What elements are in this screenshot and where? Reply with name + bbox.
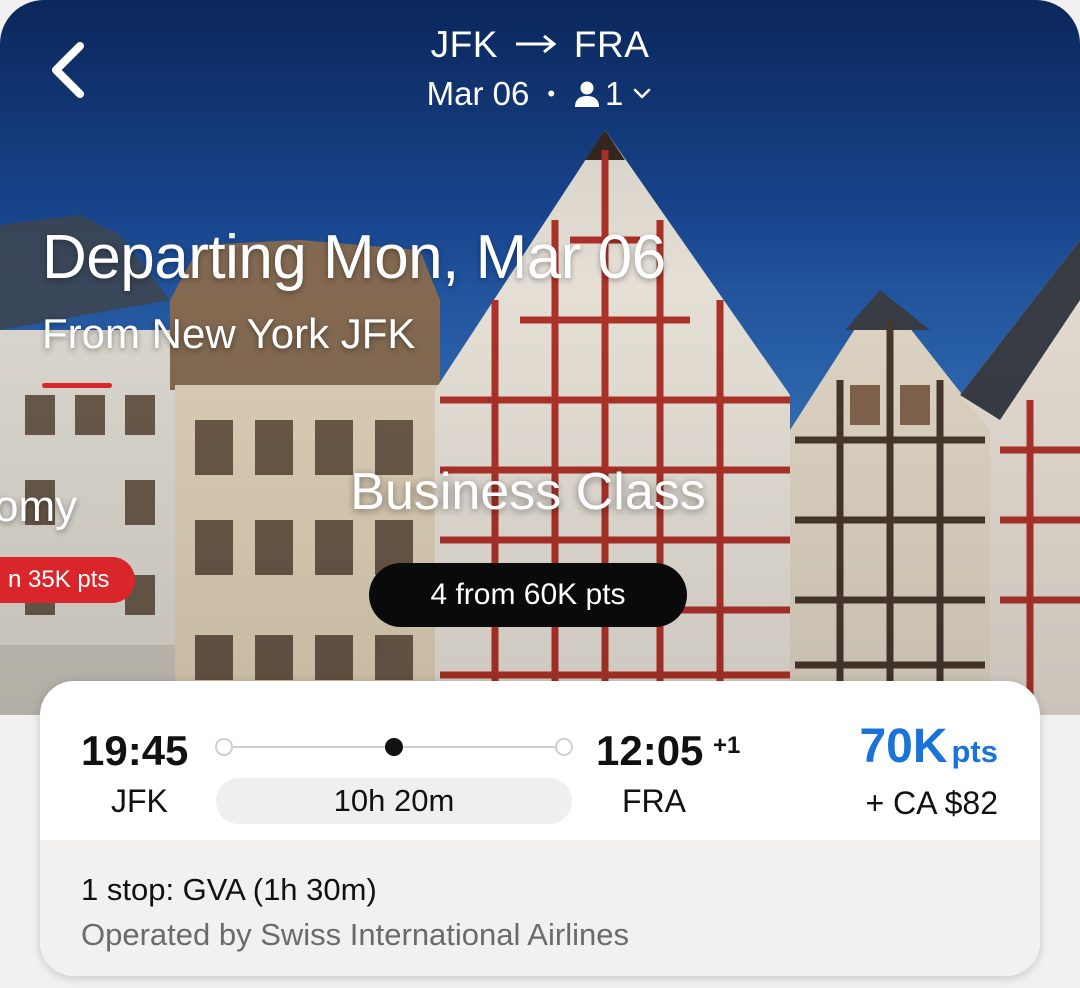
- departure-airport: JFK: [111, 783, 168, 819]
- tab-indicator: [42, 383, 112, 388]
- flight-duration: 10h 20m: [216, 778, 572, 824]
- departing-subtitle: From New York JFK: [42, 310, 416, 357]
- points-unit: pts: [951, 734, 999, 769]
- origin-code: JFK: [430, 24, 498, 65]
- fee-amount: + CA $82: [865, 785, 998, 821]
- separator-dot: •: [547, 81, 556, 106]
- destination-code: FRA: [573, 24, 650, 65]
- stop-info: 1 stop: GVA (1h 30m): [81, 872, 377, 907]
- departing-title: Departing Mon, Mar 06: [42, 223, 666, 292]
- hero-banner: JFK FRA Mar 06 • 1 Departing Mon, Mar 06 …: [0, 0, 1080, 715]
- points-amount: 70K: [859, 720, 948, 773]
- route-title: JFK FRA: [0, 24, 1080, 66]
- trip-summary-selector[interactable]: Mar 06 • 1: [0, 75, 1080, 113]
- arrival-airport: FRA: [622, 783, 686, 819]
- timeline-destination-dot: [555, 738, 573, 756]
- arrival-time: 12:05: [596, 727, 704, 774]
- timeline-stop-dot: [385, 738, 403, 756]
- departure-time: 19:45: [81, 727, 189, 774]
- timeline-origin-dot: [215, 738, 233, 756]
- arrival-day-offset: +1: [713, 732, 741, 759]
- points-price: 70K pts: [859, 719, 998, 774]
- cabin-economy-price-pill[interactable]: n 35K pts: [0, 557, 136, 603]
- operated-by: Operated by Swiss International Airlines: [81, 917, 629, 952]
- cabin-tab-business[interactable]: Business Class: [0, 462, 1080, 522]
- person-icon: [575, 81, 600, 107]
- flight-details: 1 stop: GVA (1h 30m) Operated by Swiss I…: [40, 840, 1040, 976]
- flight-timeline: [215, 738, 573, 756]
- flight-results-screen: JFK FRA Mar 06 • 1 Departing Mon, Mar 06 …: [0, 0, 1080, 988]
- cabin-business-label: Business Class: [350, 463, 706, 521]
- flight-summary: 19:45 JFK 10h 20m 12:05 +1 FRA 70K pts + …: [40, 681, 1040, 840]
- trip-date: Mar 06: [426, 75, 530, 112]
- cabin-business-price-pill[interactable]: 4 from 60K pts: [369, 563, 687, 627]
- flight-result-card[interactable]: 19:45 JFK 10h 20m 12:05 +1 FRA 70K pts + …: [40, 681, 1040, 976]
- passenger-count: 1: [605, 75, 624, 112]
- arrow-right-icon: [515, 35, 557, 54]
- chevron-down-icon: [634, 88, 651, 99]
